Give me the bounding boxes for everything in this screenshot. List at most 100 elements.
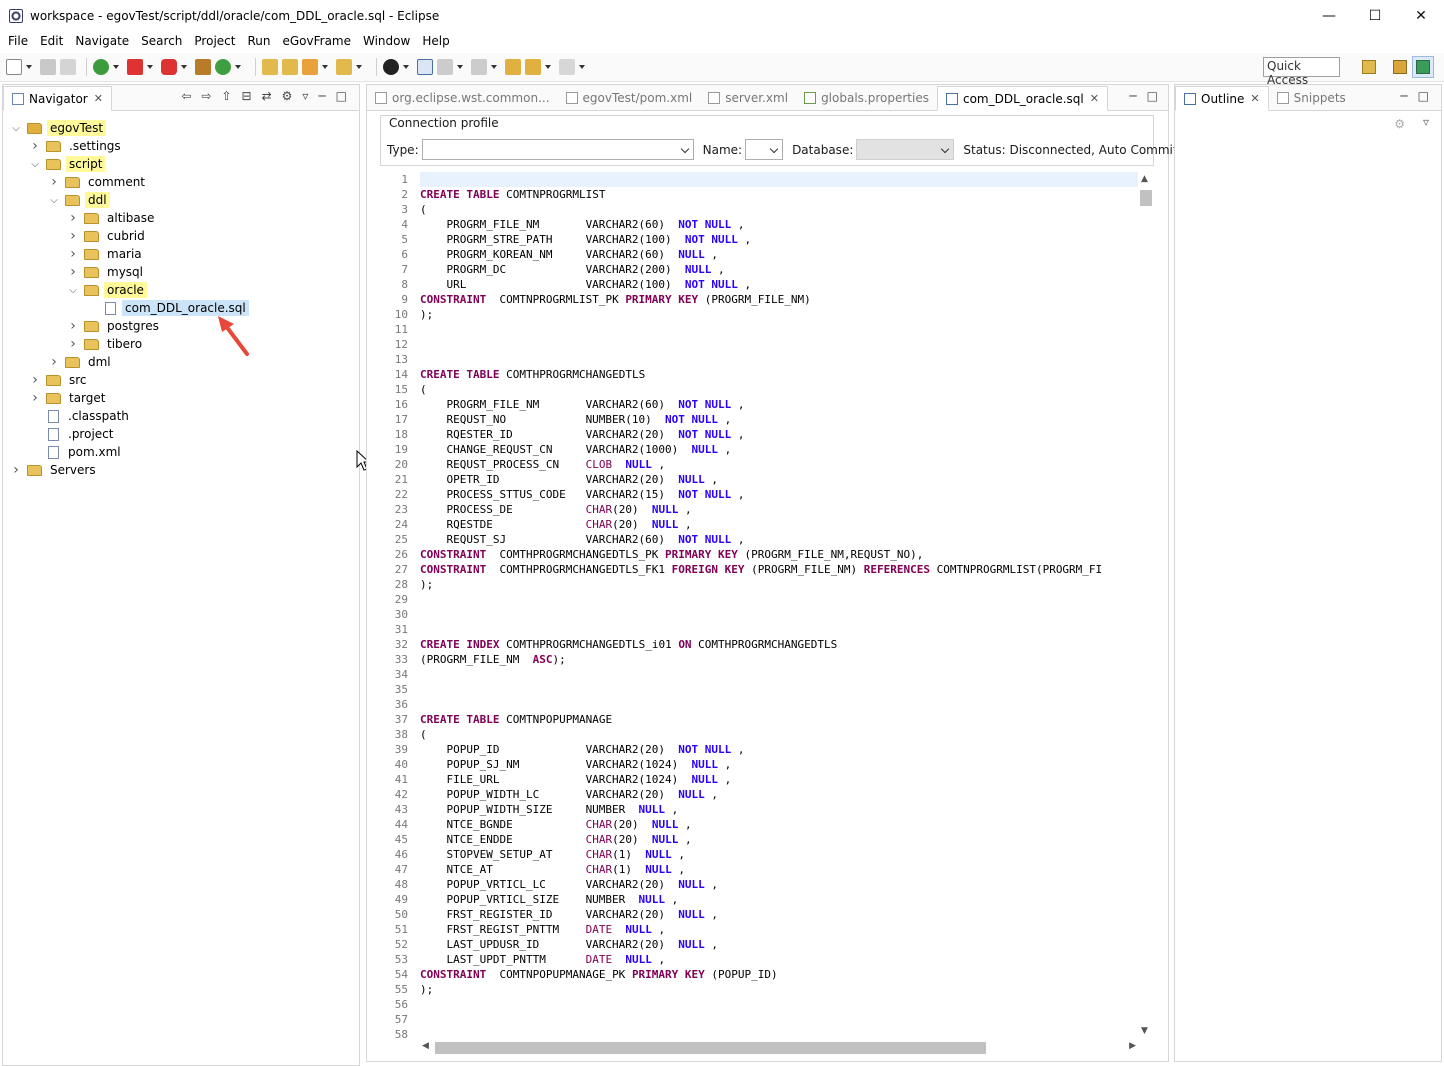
tab-pom-xml[interactable]: egovTest/pom.xml: [558, 86, 701, 110]
chevron-right-icon[interactable]: ›: [11, 462, 21, 478]
tree-item[interactable]: › dml: [49, 353, 114, 371]
tree-item[interactable]: › comment: [49, 173, 148, 191]
outline-toolbar-icon[interactable]: ⚙: [1394, 117, 1405, 131]
up-icon[interactable]: ⇧: [221, 89, 231, 103]
menu-navigate[interactable]: Navigate: [69, 34, 135, 48]
scroll-up-icon[interactable]: ▲: [1141, 174, 1148, 184]
prev-annotation-icon[interactable]: [471, 59, 487, 75]
minimize-view-icon[interactable]: ─: [318, 89, 325, 103]
tree-item[interactable]: pom.xml: [30, 443, 124, 461]
tree-item[interactable]: › cubrid: [68, 227, 148, 245]
back-icon[interactable]: ⇦: [181, 89, 191, 103]
chevron-down-icon[interactable]: ⌵: [49, 195, 59, 206]
close-window-button[interactable]: ✕: [1398, 0, 1444, 31]
minimize-editor-icon[interactable]: ─: [1129, 89, 1136, 103]
collapse-all-icon[interactable]: ⊟: [242, 89, 252, 103]
horizontal-scroll-thumb[interactable]: [435, 1042, 986, 1054]
tab-navigator[interactable]: Navigator ✕: [3, 86, 112, 111]
chevron-right-icon[interactable]: ›: [68, 228, 78, 244]
minimize-button[interactable]: —: [1306, 0, 1352, 31]
chevron-right-icon[interactable]: ›: [49, 354, 59, 370]
save-all-icon[interactable]: [60, 59, 76, 75]
run-server-icon[interactable]: [161, 59, 177, 75]
tree-item[interactable]: ⌵ script: [30, 155, 106, 173]
save-icon[interactable]: [40, 59, 56, 75]
scroll-down-icon[interactable]: ▼: [1141, 1026, 1148, 1036]
console-icon[interactable]: [417, 59, 433, 75]
link-editor-icon[interactable]: ⇄: [262, 89, 272, 103]
tree-item[interactable]: .classpath: [30, 407, 132, 425]
back-arrow-icon[interactable]: [525, 59, 541, 75]
last-edit-icon[interactable]: [505, 59, 521, 75]
tree-item[interactable]: › .settings: [30, 137, 124, 155]
maximize-view-icon[interactable]: □: [336, 89, 347, 103]
tree-item[interactable]: › maria: [68, 245, 145, 263]
open-resource-icon[interactable]: [336, 59, 352, 75]
tree-item[interactable]: › target: [30, 389, 109, 407]
tab-server-xml[interactable]: server.xml: [700, 86, 796, 110]
menu-window[interactable]: Window: [357, 34, 416, 48]
tab-outline[interactable]: Outline ✕: [1175, 86, 1269, 111]
close-icon[interactable]: ✕: [1250, 92, 1259, 105]
menu-search[interactable]: Search: [135, 34, 188, 48]
open-type-icon[interactable]: [282, 59, 298, 75]
type-dropdown[interactable]: [421, 139, 694, 160]
settings-gear-icon[interactable]: [383, 59, 399, 75]
tree-item[interactable]: ⌵ egovTest: [11, 119, 107, 137]
menu-help[interactable]: Help: [416, 34, 455, 48]
refresh-icon[interactable]: [215, 59, 231, 75]
tree-item[interactable]: .project: [30, 425, 116, 443]
menu-project[interactable]: Project: [188, 34, 241, 48]
chevron-right-icon[interactable]: ›: [68, 336, 78, 352]
tab-org-eclipse-wst-common[interactable]: org.eclipse.wst.common...: [367, 86, 558, 110]
maximize-editor-icon[interactable]: □: [1147, 89, 1158, 103]
chevron-right-icon[interactable]: ›: [68, 246, 78, 262]
menu-file[interactable]: File: [2, 34, 34, 48]
horizontal-scrollbar[interactable]: ◀ ▶: [420, 1040, 1138, 1054]
open-folder-icon[interactable]: [262, 59, 278, 75]
chevron-right-icon[interactable]: ›: [30, 390, 40, 406]
chevron-down-icon[interactable]: ⌵: [11, 123, 21, 134]
outline-menu-icon[interactable]: ▿: [1423, 115, 1429, 129]
chevron-right-icon[interactable]: ›: [68, 264, 78, 280]
close-icon[interactable]: ✕: [1090, 92, 1099, 105]
tree-item[interactable]: › altibase: [68, 209, 157, 227]
view-menu-icon[interactable]: ▿: [302, 89, 308, 103]
next-annotation-icon[interactable]: [437, 59, 453, 75]
maximize-button[interactable]: ☐: [1352, 0, 1398, 31]
forward-icon[interactable]: ⇨: [201, 89, 211, 103]
scroll-right-icon[interactable]: ▶: [1129, 1041, 1136, 1051]
chevron-right-icon[interactable]: ›: [30, 372, 40, 388]
chevron-right-icon[interactable]: ›: [68, 210, 78, 226]
tab-snippets[interactable]: Snippets: [1269, 86, 1354, 110]
new-icon[interactable]: [6, 59, 22, 75]
maximize-outline-icon[interactable]: □: [1418, 89, 1429, 103]
tree-item[interactable]: › mysql: [68, 263, 146, 281]
scroll-left-icon[interactable]: ◀: [422, 1041, 429, 1051]
debug-icon[interactable]: [93, 59, 109, 75]
forward-arrow-icon[interactable]: [559, 59, 575, 75]
tree-item[interactable]: › Servers: [11, 461, 99, 479]
menu-egovframe[interactable]: eGovFrame: [276, 34, 357, 48]
vertical-scrollbar[interactable]: ▲ ▼: [1138, 172, 1154, 1038]
java-ee-perspective-icon[interactable]: [1389, 56, 1411, 78]
tree-item[interactable]: ⌵ ddl: [49, 191, 110, 209]
menu-run[interactable]: Run: [241, 34, 276, 48]
build-icon[interactable]: [195, 59, 211, 75]
chevron-right-icon[interactable]: ›: [68, 318, 78, 334]
chevron-right-icon[interactable]: ›: [49, 174, 59, 190]
open-perspective-icon[interactable]: [1358, 56, 1380, 78]
egov-perspective-icon[interactable]: [1412, 56, 1434, 78]
tab-globals-properties[interactable]: globals.properties: [796, 86, 937, 110]
close-icon[interactable]: ✕: [94, 92, 103, 105]
quick-access-field[interactable]: Quick Access: [1263, 57, 1340, 87]
chevron-down-icon[interactable]: ⌵: [68, 285, 78, 296]
tree-item[interactable]: ⌵ oracle: [68, 281, 147, 299]
filter-icon[interactable]: ⚙: [282, 89, 293, 103]
tree-item[interactable]: › src: [30, 371, 90, 389]
vertical-scroll-thumb[interactable]: [1140, 190, 1152, 206]
wand-icon[interactable]: [302, 59, 318, 75]
sql-code-editor[interactable]: 1 2 CREATE TABLE COMTNPROGRMLIST 3(4 PROGRM…: [380, 172, 1138, 1038]
chevron-right-icon[interactable]: ›: [30, 138, 40, 154]
name-dropdown[interactable]: [745, 139, 784, 160]
